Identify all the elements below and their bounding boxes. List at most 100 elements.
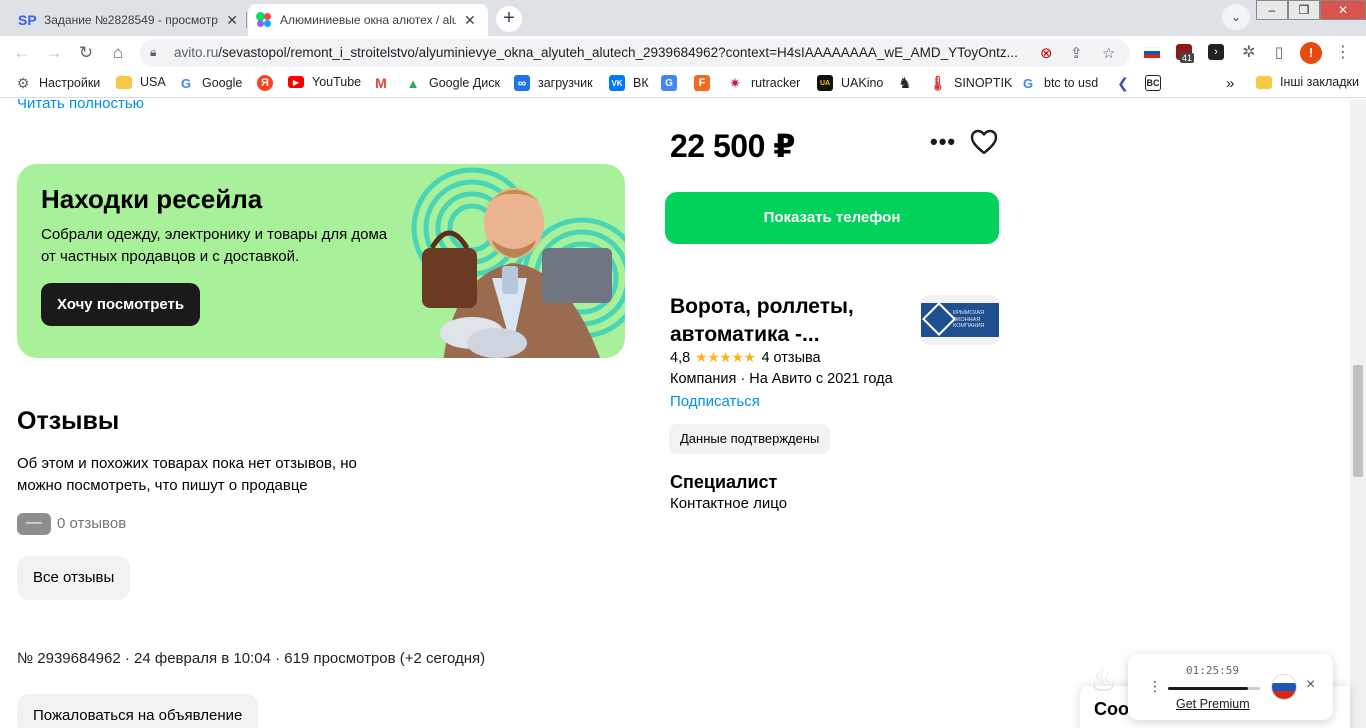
arrow-icon: ❮ — [1117, 74, 1129, 91]
listing-price: 22 500 ₽ — [670, 128, 796, 164]
cookie-banner-text: Coo — [1094, 699, 1129, 719]
blocked-cookies-icon[interactable]: ⊗ — [1040, 44, 1053, 62]
reviews-empty-text: Об этом и похожих товарах пока нет отзыв… — [17, 455, 357, 494]
home-icon[interactable]: ⌂ — [107, 42, 129, 64]
extension-arrow-icon[interactable]: › — [1208, 44, 1224, 60]
bookmark-google[interactable]: G Google — [178, 75, 242, 91]
listing-meta: № 2939684962 · 24 февраля в 10:04 · 619 … — [17, 650, 486, 667]
lock-icon: 🔒︎ — [150, 45, 157, 59]
drive-icon: ▲ — [406, 75, 420, 91]
russia-flag-icon[interactable] — [1144, 47, 1160, 58]
bookmark-other[interactable]: Інші закладки — [1256, 75, 1359, 89]
resale-promo-banner[interactable]: Находки ресейла Собрали одежду, электрон… — [17, 164, 625, 358]
url-text: avito.ru/sevastopol/remont_i_stroitelstv… — [174, 45, 1034, 60]
bookmark-youtube[interactable]: ▶ YouTube — [288, 75, 361, 89]
extension-ublock-icon[interactable]: 41 — [1176, 44, 1195, 63]
yandex-icon: Я — [257, 75, 273, 91]
rating-placeholder-badge: — — [17, 513, 51, 535]
get-premium-link[interactable]: Get Premium — [1176, 697, 1250, 711]
chess-icon: ♞ — [898, 75, 912, 92]
contact-title: Специалист — [670, 472, 778, 492]
bookmark-arrow[interactable]: ❮ — [1115, 75, 1139, 91]
restore-icon[interactable]: ❐ — [1288, 0, 1320, 20]
page-viewport: Читать полностью Находки ресейла Собрали… — [0, 99, 1350, 728]
seller-logo-plate: КРЫМСКАЯ ОКОННАЯ КОМПАНИЯ — [921, 302, 999, 337]
bookmark-btc-to-usd[interactable]: Gbtc to usd — [1020, 75, 1098, 91]
bookmarks-more-button[interactable]: » — [1226, 75, 1234, 92]
russia-flag-icon[interactable] — [1271, 674, 1297, 700]
seller-type-text: Компания · На Авито с 2021 года — [670, 371, 893, 387]
banner-button[interactable]: Хочу посмотреть — [41, 283, 201, 326]
bookmark-usa[interactable]: USA — [116, 75, 166, 89]
gear-icon: ⚙ — [16, 74, 30, 91]
uakino-icon: UA — [817, 75, 833, 91]
bookmark-uakino[interactable]: UA UAKino — [817, 75, 883, 91]
vpn-close-icon[interactable]: × — [1306, 676, 1315, 694]
bookmark-star-icon[interactable]: ☆ — [1102, 44, 1115, 62]
reload-icon[interactable]: ↻ — [75, 42, 97, 64]
seller-reviews-link[interactable]: 4 отзыва — [761, 350, 820, 366]
bookmark-vk[interactable]: VK ВК — [609, 75, 649, 91]
vpn-menu-icon[interactable]: ⋮ — [1148, 678, 1162, 695]
back-icon[interactable]: ← — [11, 42, 33, 64]
read-more-link[interactable]: Читать полностью — [17, 99, 144, 112]
seller-rating-row: 4,8 ★★★★★ 4 отзыва — [670, 349, 821, 366]
window-controls: – ❐ ✕ — [1256, 0, 1366, 20]
vpn-progress-remaining — [1248, 687, 1260, 690]
browser-toolbar: ← → ↻ ⌂ 🔒︎ avito.ru/sevastopol/remont_i_… — [0, 36, 1366, 70]
page-scrollbar[interactable] — [1350, 99, 1366, 728]
vpn-timer: 01:25:59 — [1186, 664, 1239, 677]
forward-icon[interactable]: → — [43, 42, 65, 64]
tab-avito[interactable]: Алюминиевые окна алютех / alutech ✕ — [248, 4, 488, 36]
bookmarks-bar: ⚙ Настройки USA G Google Я ▶ YouTube M ▲ Goo… — [0, 70, 1366, 98]
all-reviews-button[interactable]: Все отзывы — [17, 556, 131, 600]
verified-badge: Данные подтверждены — [669, 424, 831, 454]
reviews-heading: Отзывы — [17, 407, 120, 435]
complain-button[interactable]: Пожаловаться на объявление — [17, 694, 259, 728]
bookmark-settings[interactable]: ⚙ Настройки — [15, 74, 101, 91]
banner-text: Собрали одежду, электронику и товары для… — [41, 226, 388, 265]
vpn-progress-bar — [1168, 687, 1248, 690]
bookmark-f[interactable]: F — [694, 75, 718, 91]
side-panel-icon[interactable]: ▯ — [1268, 42, 1290, 64]
tab-close-icon[interactable]: ✕ — [464, 12, 476, 29]
share-icon[interactable]: ⇪ — [1070, 44, 1083, 62]
seller-rating-value: 4,8 — [670, 349, 691, 366]
bookmark-chess[interactable]: ♞ — [897, 75, 921, 92]
favorite-heart-icon[interactable] — [970, 129, 998, 155]
flame-icon: ♨ — [1090, 665, 1117, 698]
subscribe-link[interactable]: Подписаться — [670, 393, 760, 410]
bookmark-bc[interactable]: BC — [1145, 75, 1169, 91]
rutracker-icon: ✷ — [729, 74, 741, 91]
thermometer-icon: 🌡︎ — [929, 74, 947, 91]
seller-name-link[interactable]: Ворота, роллеты, автоматика -... — [670, 293, 900, 349]
seller-logo[interactable]: КРЫМСКАЯ ОКОННАЯ КОМПАНИЯ — [921, 295, 999, 345]
extensions-puzzle-icon[interactable]: ✲ — [1238, 42, 1260, 64]
url-path: /sevastopol/remont_i_stroitelstvo/alyumi… — [218, 45, 1018, 60]
bookmark-gmail[interactable]: M — [373, 75, 397, 91]
bookmark-sinoptik[interactable]: 🌡︎ SINOPTIK — [929, 74, 1012, 91]
bc-icon: BC — [1145, 75, 1161, 91]
google-icon: G — [180, 75, 192, 91]
minimize-icon[interactable]: – — [1256, 0, 1288, 20]
bookmark-rutracker[interactable]: ✷ rutracker — [727, 75, 800, 91]
more-options-icon[interactable]: ••• — [930, 129, 956, 155]
tab-close-icon[interactable]: ✕ — [226, 12, 238, 29]
tab-task[interactable]: SP Задание №2828549 - просмотр ✕ — [10, 4, 247, 36]
bookmark-google-drive[interactable]: ▲ Google Диск — [405, 75, 500, 91]
menu-kebab-icon[interactable]: ⋮ — [1332, 42, 1354, 64]
profile-avatar[interactable]: ! — [1300, 42, 1322, 64]
bookmark-loader[interactable]: ∞ загрузчик — [514, 75, 593, 91]
extension-badge: 41 — [1180, 53, 1195, 63]
new-tab-button[interactable]: + — [496, 6, 522, 32]
window-close-icon[interactable]: ✕ — [1320, 0, 1366, 20]
tab-search-icon[interactable]: ⌄ — [1222, 4, 1250, 30]
youtube-icon: ▶ — [288, 76, 304, 88]
seller-logo-text: КРЫМСКАЯ ОКОННАЯ КОМПАНИЯ — [953, 310, 985, 329]
bookmark-translate[interactable]: G — [661, 75, 685, 91]
scrollbar-thumb[interactable] — [1353, 365, 1363, 477]
address-bar[interactable]: 🔒︎ avito.ru/sevastopol/remont_i_stroitel… — [140, 39, 1130, 67]
tab-title: Алюминиевые окна алютех / alutech — [280, 13, 456, 27]
show-phone-button[interactable]: Показать телефон — [665, 192, 999, 244]
bookmark-yandex[interactable]: Я — [257, 75, 281, 91]
